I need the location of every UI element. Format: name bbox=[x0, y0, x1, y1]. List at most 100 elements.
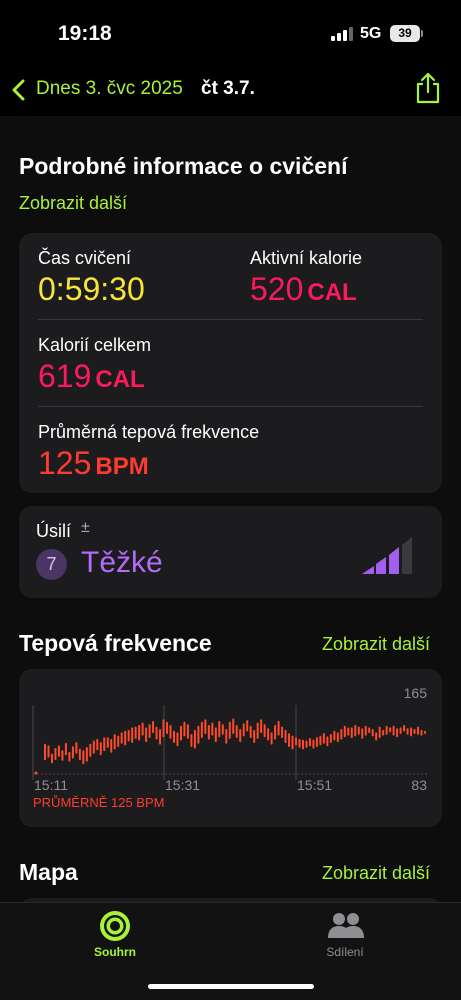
heart-rate-bar bbox=[78, 748, 81, 761]
heart-rate-bar bbox=[301, 739, 304, 750]
effort-label: Úsilí bbox=[36, 521, 71, 541]
people-icon bbox=[328, 913, 364, 938]
main-content: Podrobné informace o cvičení Zobrazit da… bbox=[0, 116, 461, 902]
battery-tip bbox=[421, 30, 423, 37]
heart-rate-bar bbox=[406, 728, 409, 735]
heart-rate-bar bbox=[263, 724, 266, 738]
heart-rate-bar bbox=[424, 730, 426, 734]
active-calories-value: 520 CAL bbox=[250, 271, 357, 307]
y-tick-label: 83 bbox=[411, 777, 427, 793]
heart-rate-bar bbox=[291, 735, 294, 750]
heart-rate-bar bbox=[159, 729, 162, 745]
heart-rate-bar bbox=[200, 721, 203, 739]
chevron-left-icon[interactable] bbox=[8, 78, 32, 102]
heart-rate-bar bbox=[396, 728, 399, 738]
heart-rate-bar bbox=[242, 723, 245, 737]
total-calories-value: 619 CAL bbox=[38, 358, 145, 394]
heart-rate-bar bbox=[172, 730, 175, 743]
heart-rate-bar bbox=[417, 726, 420, 735]
effort-level-text: Těžké bbox=[81, 546, 163, 579]
heart-rate-bar bbox=[64, 742, 67, 756]
heart-rate-bar bbox=[186, 724, 189, 739]
nav-title: čt 3.7. bbox=[201, 78, 255, 99]
heart-rate-bar bbox=[354, 724, 357, 737]
heart-rate-bar bbox=[378, 726, 381, 739]
heart-rate-bar bbox=[315, 737, 318, 748]
heart-rate-bar bbox=[183, 721, 186, 737]
heart-rate-bar bbox=[228, 721, 231, 739]
heart-rate-bar bbox=[277, 720, 280, 736]
heart-rate-bar bbox=[176, 732, 179, 747]
heart-rate-bar bbox=[141, 722, 144, 736]
heart-rate-more-link[interactable]: Zobrazit další bbox=[322, 634, 430, 655]
cellular-signal-icon bbox=[331, 27, 353, 41]
heart-rate-bar bbox=[274, 724, 277, 740]
heart-rate-bar bbox=[169, 724, 172, 739]
map-more-link[interactable]: Zobrazit další bbox=[322, 863, 430, 884]
heart-rate-bar bbox=[99, 742, 102, 756]
heart-rate-bar bbox=[403, 724, 406, 732]
heart-rate-bar bbox=[371, 729, 374, 737]
effort-level-badge: 7 bbox=[36, 549, 67, 580]
heart-rate-bar bbox=[364, 725, 367, 736]
heart-rate-bar bbox=[110, 738, 113, 753]
heart-rate-bar bbox=[281, 726, 284, 739]
heart-rate-bar bbox=[204, 719, 207, 734]
x-tick-label: 15:31 bbox=[165, 777, 200, 793]
heart-rate-bar bbox=[92, 740, 95, 754]
heart-rate-bar bbox=[124, 730, 127, 746]
heart-rate-bar bbox=[256, 722, 259, 739]
heart-rate-bar bbox=[410, 727, 413, 737]
heart-rate-bar bbox=[103, 737, 106, 752]
heart-rate-bar bbox=[413, 729, 416, 734]
heart-rate-bar bbox=[340, 729, 343, 740]
heart-rate-bar bbox=[138, 724, 141, 741]
heart-rate-bar bbox=[211, 722, 214, 736]
workout-time-label: Čas cvičení bbox=[38, 248, 132, 268]
heart-rate-bar bbox=[166, 721, 169, 734]
heart-rate-bar bbox=[145, 727, 148, 743]
heart-rate-bar bbox=[270, 732, 273, 745]
avg-heart-rate-value: 125 BPM bbox=[38, 445, 149, 481]
heart-rate-bar bbox=[357, 726, 360, 735]
divider bbox=[38, 319, 423, 320]
heart-rate-point bbox=[34, 771, 38, 775]
heart-rate-bar bbox=[89, 743, 92, 757]
heart-rate-bar bbox=[190, 733, 193, 748]
workout-time-value: 0:59:30 bbox=[38, 271, 145, 307]
map-title: Mapa bbox=[19, 859, 78, 885]
battery-icon: 39 bbox=[390, 25, 420, 42]
heart-rate-bar bbox=[106, 737, 109, 748]
heart-rate-bar bbox=[57, 745, 60, 757]
details-more-link[interactable]: Zobrazit další bbox=[19, 193, 127, 214]
total-calories-label: Kalorií celkem bbox=[38, 335, 152, 355]
heart-rate-bar bbox=[312, 739, 315, 749]
heart-rate-bar bbox=[131, 727, 134, 743]
heart-rate-bar bbox=[85, 747, 88, 762]
heart-rate-bar bbox=[71, 746, 74, 759]
heart-rate-bar bbox=[249, 725, 252, 739]
heart-rate-bar bbox=[308, 738, 311, 747]
effort-card[interactable]: Úsilí ± 7 Těžké bbox=[19, 506, 442, 598]
heart-rate-bar bbox=[368, 727, 371, 734]
heart-rate-bar bbox=[298, 738, 301, 748]
back-button[interactable]: Dnes 3. čvc 2025 bbox=[36, 78, 183, 100]
x-tick-label: 15:11 bbox=[34, 777, 68, 793]
effort-adjust-icon[interactable]: ± bbox=[81, 519, 90, 537]
heart-rate-bar bbox=[399, 727, 402, 734]
heart-rate-bar bbox=[284, 729, 287, 743]
heart-rate-bar bbox=[214, 727, 217, 743]
share-icon[interactable] bbox=[413, 72, 443, 104]
heart-rate-bar bbox=[319, 735, 322, 746]
heart-rate-bar bbox=[385, 725, 388, 735]
heart-rate-bar bbox=[267, 728, 270, 741]
heart-rate-bar bbox=[127, 729, 130, 742]
heart-rate-bar bbox=[218, 720, 221, 738]
tab-sharing-label: Sdílení bbox=[326, 945, 364, 959]
home-indicator bbox=[148, 984, 314, 989]
heart-rate-bar bbox=[162, 719, 165, 738]
heart-rate-bar bbox=[44, 743, 46, 761]
heart-rate-bar bbox=[295, 737, 298, 746]
heart-rate-card[interactable]: 15:11 15:31 15:51 165 83 PRŮMĚRNĚ 125 BPM bbox=[19, 669, 442, 827]
heart-rate-bar bbox=[50, 753, 53, 764]
